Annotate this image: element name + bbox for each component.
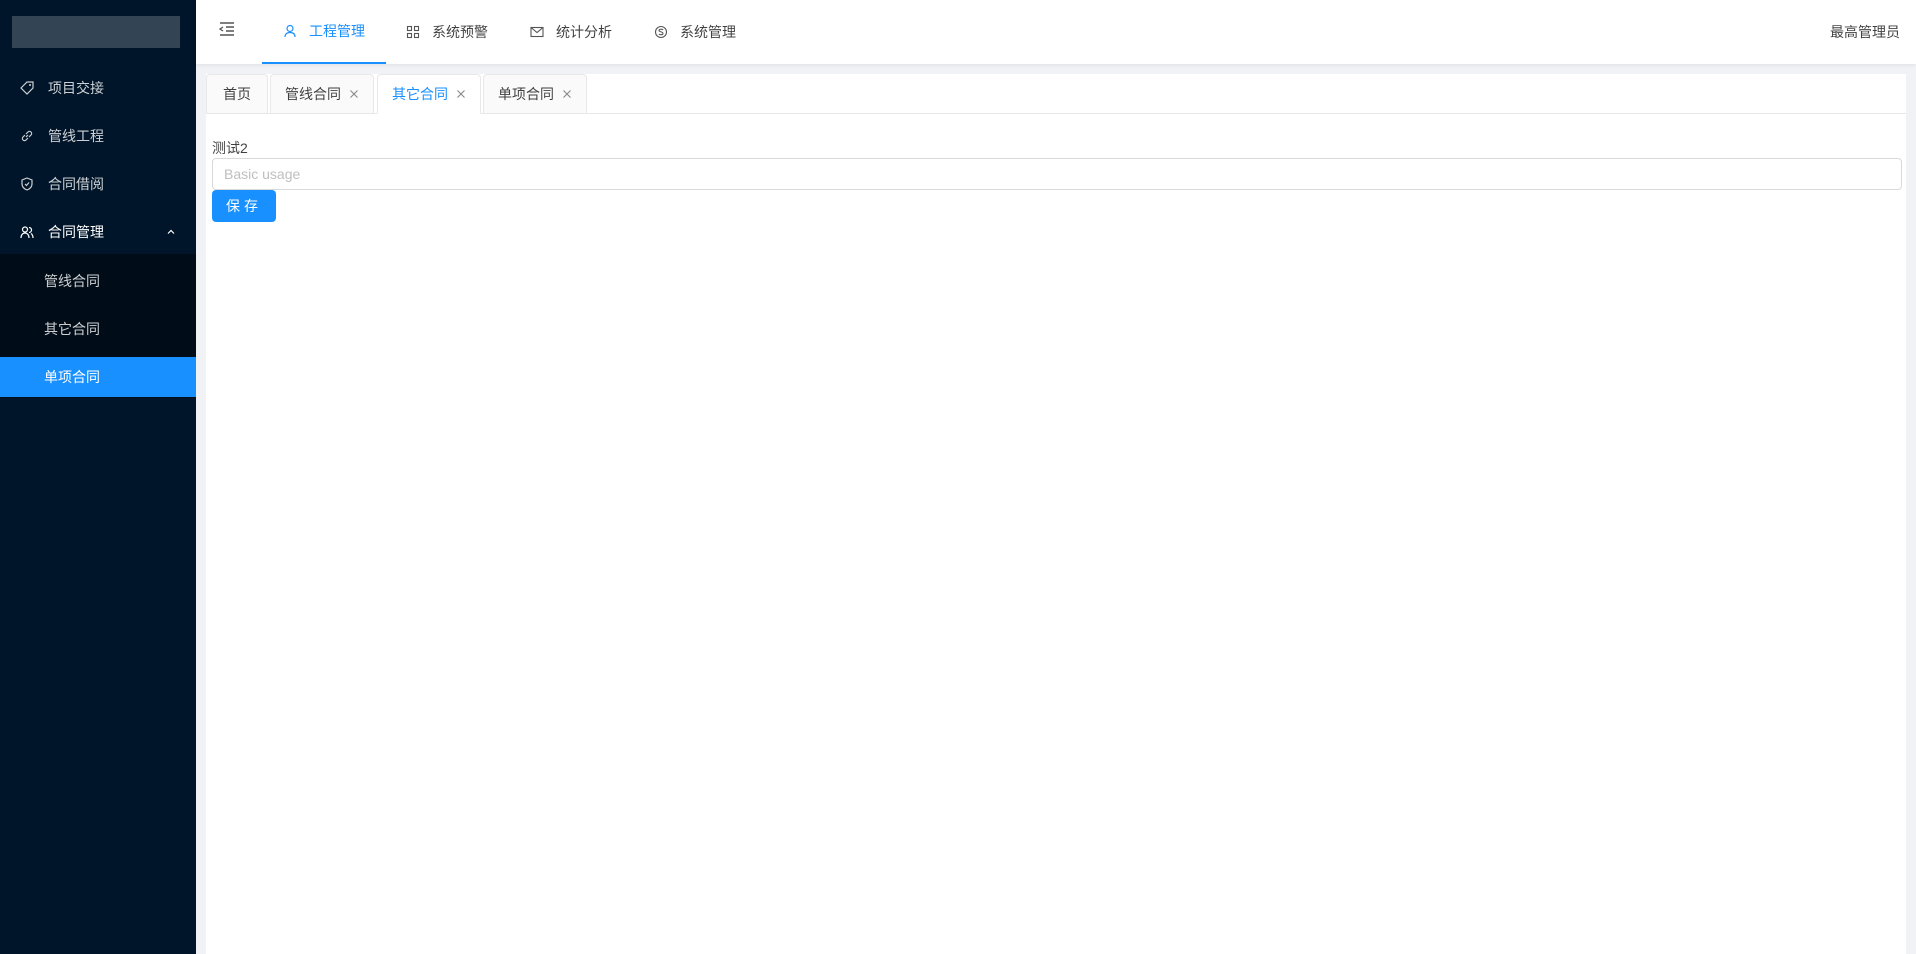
tab-bar: 首页 管线合同 其它合同 单项合同 [206, 74, 1906, 114]
link-icon [20, 129, 34, 143]
sidebar-item-label: 管线工程 [48, 128, 104, 144]
close-icon[interactable] [562, 89, 572, 99]
tab-single-contract[interactable]: 单项合同 [483, 74, 587, 114]
tab-label: 单项合同 [498, 86, 554, 102]
topnav-project-management[interactable]: 工程管理 [262, 0, 386, 64]
tab-label: 首页 [223, 86, 251, 102]
menu-fold-icon[interactable] [218, 20, 236, 38]
topnav-label: 工程管理 [309, 23, 365, 39]
sidebar-item-label: 合同借阅 [48, 176, 104, 192]
close-icon[interactable] [456, 89, 466, 99]
logo [12, 16, 180, 48]
chevron-up-icon [164, 225, 178, 239]
tab-other-contract[interactable]: 其它合同 [377, 74, 481, 114]
sidebar-item-contract-borrow[interactable]: 合同借阅 [0, 160, 196, 208]
grid-icon [406, 25, 420, 39]
sidebar-subitem-single-contract[interactable]: 单项合同 [0, 357, 196, 397]
topnav-system-warning[interactable]: 系统预警 [406, 0, 488, 64]
close-icon[interactable] [349, 89, 359, 99]
sidebar-item-contract-management[interactable]: 合同管理 [0, 208, 196, 256]
tab-pipeline-contract[interactable]: 管线合同 [270, 74, 374, 114]
sidebar-subitem-label: 管线合同 [44, 273, 100, 289]
tab-label: 其它合同 [392, 86, 448, 102]
topnav-statistics[interactable]: 统计分析 [530, 0, 612, 64]
mail-icon [530, 25, 544, 39]
user-icon [283, 24, 297, 38]
topnav-label: 统计分析 [556, 24, 612, 40]
topnav-label: 系统预警 [432, 24, 488, 40]
topnav-system-management[interactable]: 系统管理 [654, 0, 736, 64]
top-header: 工程管理 系统预警 统计分析 系统管理 最高管理员 [196, 0, 1916, 64]
main-content: 首页 管线合同 其它合同 单项合同 测试2 保存 [206, 74, 1906, 954]
basic-input[interactable] [212, 158, 1902, 190]
tab-home[interactable]: 首页 [206, 74, 268, 114]
skype-icon [654, 25, 668, 39]
sidebar-item-project-handover[interactable]: 项目交接 [0, 64, 196, 112]
users-icon [20, 225, 34, 239]
sidebar-item-pipeline-project[interactable]: 管线工程 [0, 112, 196, 160]
sidebar-subitem-label: 单项合同 [44, 369, 100, 385]
sidebar-subitem-pipeline-contract[interactable]: 管线合同 [0, 261, 196, 301]
shield-icon [20, 177, 34, 191]
sidebar-subitem-other-contract[interactable]: 其它合同 [0, 309, 196, 349]
field-label: 测试2 [212, 140, 248, 156]
save-button[interactable]: 保存 [212, 190, 276, 222]
sidebar-item-label: 合同管理 [48, 224, 104, 240]
tab-label: 管线合同 [285, 86, 341, 102]
sidebar-item-label: 项目交接 [48, 80, 104, 96]
user-name[interactable]: 最高管理员 [1830, 0, 1900, 64]
tag-icon [20, 81, 34, 95]
topnav-label: 系统管理 [680, 24, 736, 40]
sidebar: 项目交接 管线工程 合同借阅 合同管理 管线合同 其它合同 单项合同 [0, 0, 196, 954]
sidebar-subitem-label: 其它合同 [44, 321, 100, 337]
